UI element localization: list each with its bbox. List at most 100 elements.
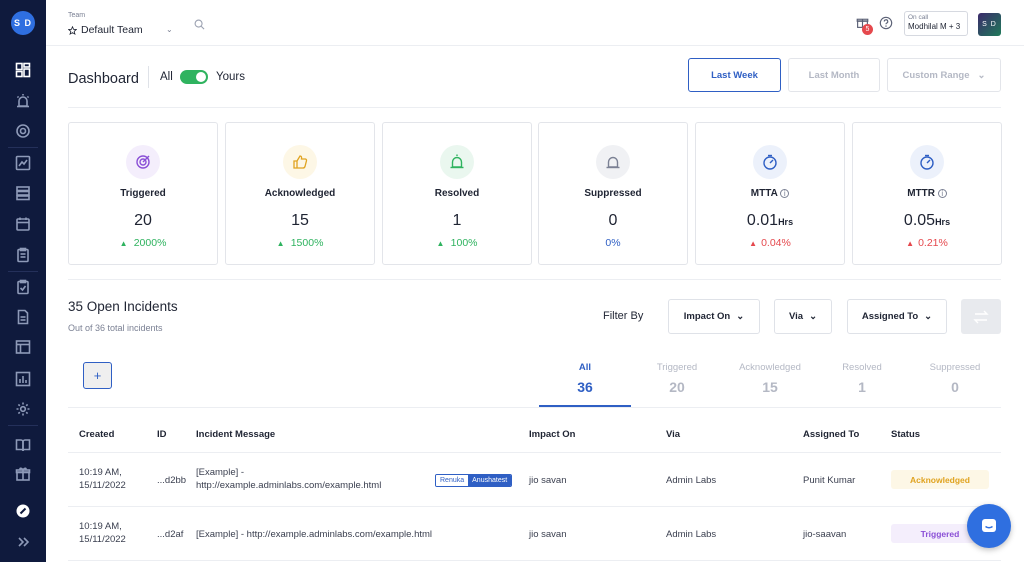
col-assigned-to[interactable]: Assigned To bbox=[803, 429, 859, 440]
tab-triggered[interactable]: Triggered 20 bbox=[631, 362, 723, 395]
bar-report-icon[interactable] bbox=[14, 370, 32, 388]
oncall-widget[interactable]: On call Modhilal M + 3 bbox=[904, 11, 968, 36]
clipboard-check-icon[interactable] bbox=[14, 278, 32, 296]
dashboard-icon[interactable] bbox=[14, 61, 32, 79]
calendar-icon[interactable] bbox=[14, 215, 32, 233]
last-week-button[interactable]: Last Week bbox=[688, 58, 781, 92]
chart-icon[interactable] bbox=[14, 154, 32, 172]
stat-card-resolved[interactable]: Resolved 1 ▲ 100% bbox=[382, 122, 532, 265]
incident-id[interactable]: ...d2bb bbox=[157, 474, 186, 487]
all-yours-toggle[interactable] bbox=[180, 70, 208, 84]
page-title: Dashboard bbox=[68, 71, 139, 87]
stat-delta: ▲ 0.21% bbox=[906, 237, 948, 249]
stat-label: Resolved bbox=[434, 188, 480, 199]
col-impact-on[interactable]: Impact On bbox=[529, 429, 575, 440]
incident-message-line2: http://example.adminlabs.com/example.htm… bbox=[196, 480, 382, 491]
via-cell: Admin Labs bbox=[666, 529, 717, 540]
stat-delta: ▲ 0.04% bbox=[749, 237, 791, 249]
team-label: Team bbox=[68, 12, 86, 19]
impact-on-cell: jio savan bbox=[529, 475, 567, 486]
search-icon[interactable] bbox=[194, 17, 205, 35]
assigned-to-filter[interactable]: Assigned To ⌄ bbox=[847, 299, 947, 334]
created-cell: 10:19 AM, 15/11/2022 bbox=[79, 466, 126, 492]
incident-message[interactable]: [Example] - http://example.adminlabs.com… bbox=[196, 466, 381, 492]
add-incident-button[interactable]: + bbox=[83, 362, 112, 389]
tab-suppressed[interactable]: Suppressed 0 bbox=[909, 362, 1001, 395]
tab-count: 1 bbox=[858, 379, 866, 395]
sidebar: S D bbox=[0, 0, 46, 562]
chat-support-button[interactable] bbox=[967, 504, 1011, 548]
tab-count: 15 bbox=[762, 379, 778, 395]
tab-all[interactable]: All 36 bbox=[539, 362, 631, 395]
swap-icon[interactable] bbox=[961, 299, 1001, 334]
stat-value: 1 bbox=[452, 212, 462, 229]
team-name: Default Team bbox=[81, 24, 143, 36]
team-selector[interactable]: Default Team bbox=[68, 24, 143, 36]
via-filter[interactable]: Via ⌄ bbox=[774, 299, 832, 334]
gear-icon[interactable] bbox=[14, 400, 32, 418]
gift-count-badge: 5 bbox=[862, 24, 873, 35]
acknowledged-icon bbox=[283, 145, 317, 179]
triggered-icon bbox=[126, 145, 160, 179]
trend-arrow-icon: ▲ bbox=[436, 239, 447, 248]
layers-icon[interactable] bbox=[14, 184, 32, 202]
col-via[interactable]: Via bbox=[666, 429, 680, 440]
col-id[interactable]: ID bbox=[157, 429, 167, 440]
info-icon[interactable]: i bbox=[780, 189, 790, 198]
table-icon[interactable] bbox=[14, 338, 32, 356]
stat-card-suppressed[interactable]: Suppressed 0 0% bbox=[538, 122, 688, 265]
tab-resolved[interactable]: Resolved 1 bbox=[816, 362, 908, 395]
trend-arrow-icon: ▲ bbox=[906, 239, 915, 248]
tab-label: All bbox=[578, 362, 592, 373]
help-icon[interactable] bbox=[879, 16, 893, 35]
alert-beacon-icon[interactable] bbox=[14, 92, 32, 110]
stat-label: MTTA i bbox=[696, 188, 844, 199]
col-incident-message[interactable]: Incident Message bbox=[196, 429, 275, 440]
open-incidents-subtitle: Out of 36 total incidents bbox=[68, 323, 163, 333]
expand-icon[interactable] bbox=[14, 533, 32, 551]
oncall-name: Modhilal M + 3 bbox=[908, 22, 961, 31]
tab-label: Triggered bbox=[656, 362, 698, 373]
open-incidents-title: 35 Open Incidents bbox=[68, 299, 178, 314]
target-icon[interactable] bbox=[14, 122, 32, 140]
chevron-down-icon: ⌄ bbox=[809, 311, 818, 322]
created-time: 10:19 AM, bbox=[79, 521, 122, 532]
stat-card-mttr[interactable]: MTTR i 0.05Hrs ▲ 0.21% bbox=[852, 122, 1002, 265]
chevron-down-icon: ⌄ bbox=[924, 311, 933, 322]
impact-on-filter[interactable]: Impact On ⌄ bbox=[668, 299, 760, 334]
status-badge[interactable]: Acknowledged bbox=[891, 470, 989, 489]
col-created[interactable]: Created bbox=[79, 429, 114, 440]
document-icon[interactable] bbox=[14, 308, 32, 326]
created-date: 15/11/2022 bbox=[79, 480, 126, 491]
assigned-to-filter-label: Assigned To bbox=[861, 311, 919, 322]
user-avatar[interactable]: S D bbox=[978, 13, 1001, 36]
book-icon[interactable] bbox=[14, 436, 32, 454]
stat-value: 15 bbox=[291, 212, 309, 229]
tab-count: 20 bbox=[669, 379, 685, 395]
sidebar-avatar[interactable]: S D bbox=[11, 11, 35, 35]
chevron-down-icon[interactable]: ⌄ bbox=[166, 25, 173, 34]
stat-label: MTTR i bbox=[853, 188, 1001, 199]
star-icon bbox=[68, 25, 77, 35]
tab-label: Suppressed bbox=[929, 362, 981, 373]
logo-icon[interactable] bbox=[14, 502, 32, 520]
tag-chip: Anushatest bbox=[468, 475, 512, 486]
tag-chip: Renuka bbox=[436, 475, 469, 486]
incident-message[interactable]: [Example] - http://example.adminlabs.com… bbox=[196, 528, 432, 541]
stat-card-mtta[interactable]: MTTA i 0.01Hrs ▲ 0.04% bbox=[695, 122, 845, 265]
stat-card-acknowledged[interactable]: Acknowledged 15 ▲ 1500% bbox=[225, 122, 375, 265]
trend-arrow-icon: ▲ bbox=[276, 239, 287, 248]
incident-id[interactable]: ...d2af bbox=[157, 528, 183, 541]
incident-tags[interactable]: Renuka Anushatest bbox=[435, 474, 513, 487]
custom-range-button[interactable]: Custom Range ⌄ bbox=[887, 58, 1001, 92]
stat-card-triggered[interactable]: Triggered 20 ▲ 2000% bbox=[68, 122, 218, 265]
gift-icon[interactable] bbox=[14, 465, 32, 483]
col-status[interactable]: Status bbox=[891, 429, 920, 440]
tab-acknowledged[interactable]: Acknowledged 15 bbox=[724, 362, 816, 395]
stat-label: Triggered bbox=[120, 188, 166, 199]
last-month-button[interactable]: Last Month bbox=[788, 58, 880, 92]
custom-range-label: Custom Range bbox=[902, 69, 970, 81]
clipboard-icon[interactable] bbox=[14, 246, 32, 264]
topbar: Team Default Team ⌄ 5 On call Modhilal M… bbox=[46, 0, 1024, 46]
info-icon[interactable]: i bbox=[937, 189, 947, 198]
